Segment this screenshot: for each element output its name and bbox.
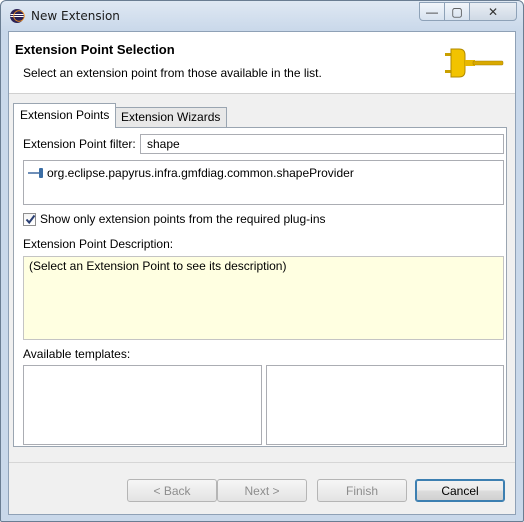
templates-list[interactable] [23,365,262,445]
extension-point-icon [28,168,43,178]
description-box: (Select an Extension Point to see its de… [23,256,504,340]
extension-points-panel: Extension Point filter: org.eclipse.papy… [13,127,507,447]
templates-label: Available templates: [23,347,131,361]
back-button[interactable]: < Back [127,479,217,502]
footer-divider [9,462,515,463]
extension-point-list[interactable]: org.eclipse.papyrus.infra.gmfdiag.common… [23,160,504,205]
page-title: Extension Point Selection [15,42,175,57]
show-required-only-option[interactable]: Show only extension points from the requ… [23,212,326,226]
window-title: New Extension [31,9,120,23]
description-label: Extension Point Description: [23,237,174,251]
dialog-window: New Extension — ▢ ✕ Extension Point Sele… [0,0,524,522]
page-subtitle: Select an extension point from those ava… [23,66,322,80]
checkmark-icon [25,214,36,224]
cancel-button[interactable]: Cancel [415,479,505,502]
show-required-only-label: Show only extension points from the requ… [40,212,326,226]
close-icon: ✕ [487,4,499,19]
next-button[interactable]: Next > [217,479,307,502]
filter-input[interactable] [140,134,504,154]
list-item[interactable]: org.eclipse.papyrus.infra.gmfdiag.common… [28,166,354,180]
finish-button[interactable]: Finish [317,479,407,502]
template-preview [266,365,504,445]
maximize-button[interactable]: ▢ [444,2,470,21]
close-button[interactable]: ✕ [469,2,517,21]
filter-label: Extension Point filter: [23,137,136,151]
minimize-icon: — [426,4,438,19]
maximize-icon: ▢ [451,4,463,19]
eclipse-icon [10,9,25,23]
show-required-only-checkbox[interactable] [23,212,36,226]
extension-point-label: org.eclipse.papyrus.infra.gmfdiag.common… [47,166,354,180]
tab-extension-wizards[interactable]: Extension Wizards [114,107,228,128]
plug-icon [445,48,504,78]
description-text: (Select an Extension Point to see its de… [29,259,287,273]
dialog-client-area: Extension Point Selection Select an exte… [8,31,516,515]
wizard-header: Extension Point Selection Select an exte… [9,32,515,94]
minimize-button[interactable]: — [419,2,445,21]
title-bar[interactable]: New Extension — ▢ ✕ [1,1,523,31]
tab-extension-points[interactable]: Extension Points [13,103,117,128]
